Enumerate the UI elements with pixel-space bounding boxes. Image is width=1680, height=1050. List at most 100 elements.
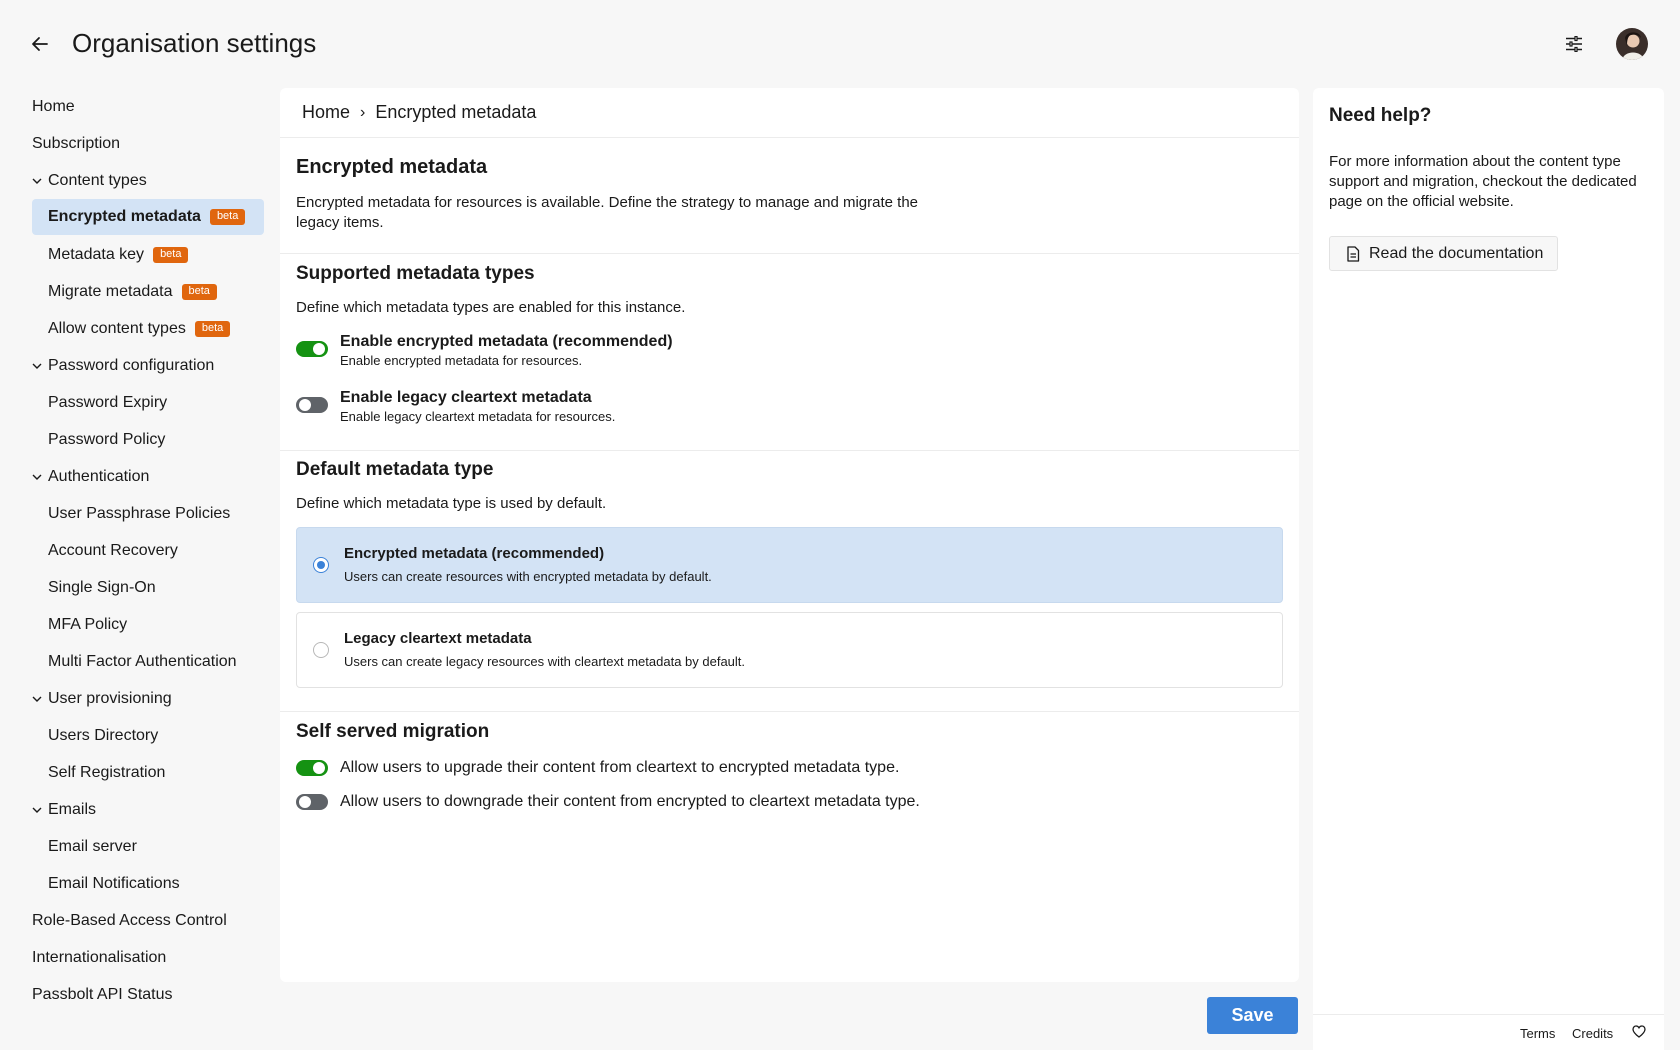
default-type-section: Default metadata type Define which metad… — [280, 451, 1299, 712]
sidebar-item-multi-factor-authentication[interactable]: Multi Factor Authentication — [32, 643, 264, 680]
intro-section: Encrypted metadata Encrypted metadata fo… — [280, 138, 1299, 254]
sidebar-item-email-server[interactable]: Email server — [32, 828, 264, 865]
sidebar-item-label: Passbolt API Status — [32, 986, 173, 1004]
sidebar-item-user-passphrase-policies[interactable]: User Passphrase Policies — [32, 495, 264, 532]
credits-link[interactable]: Credits — [1572, 1026, 1613, 1041]
sidebar-item-label: Password Policy — [48, 431, 165, 449]
section-description: Encrypted metadata for resources is avai… — [296, 193, 936, 233]
sidebar-item-rbac[interactable]: Role-Based Access Control — [32, 902, 264, 939]
sidebar-item-label: Password Expiry — [48, 394, 167, 412]
legacy-metadata-toggle[interactable] — [296, 397, 328, 413]
beta-badge: beta — [153, 247, 188, 263]
sidebar-group-authentication[interactable]: Authentication — [32, 458, 264, 495]
breadcrumb: Home › Encrypted metadata — [280, 88, 1299, 138]
sidebar-item-self-registration[interactable]: Self Registration — [32, 754, 264, 791]
section-title: Supported metadata types — [296, 263, 1283, 285]
breadcrumb-home[interactable]: Home — [302, 102, 350, 123]
sidebar-group-emails[interactable]: Emails — [32, 791, 264, 828]
settings-sliders-icon[interactable] — [1560, 30, 1588, 58]
sidebar-item-migrate-metadata[interactable]: Migrate metadata beta — [32, 273, 264, 310]
sidebar-item-password-expiry[interactable]: Password Expiry — [32, 384, 264, 421]
radio-button[interactable] — [313, 557, 329, 573]
sidebar-item-label: Account Recovery — [48, 542, 178, 560]
sidebar-item-label: Role-Based Access Control — [32, 912, 227, 930]
sidebar-item-label: Users Directory — [48, 727, 158, 745]
sidebar-group-user-provisioning[interactable]: User provisioning — [32, 680, 264, 717]
sidebar-item-encrypted-metadata[interactable]: Encrypted metadata beta — [32, 199, 264, 235]
radio-title: Encrypted metadata (recommended) — [344, 544, 712, 564]
sidebar-item-label: Authentication — [48, 468, 149, 486]
section-title: Self served migration — [296, 721, 1283, 743]
sidebar-item-account-recovery[interactable]: Account Recovery — [32, 532, 264, 569]
page-title: Organisation settings — [72, 28, 316, 59]
terms-link[interactable]: Terms — [1520, 1026, 1555, 1041]
sidebar-group-content-types[interactable]: Content types — [32, 162, 264, 199]
chevron-down-icon — [32, 696, 48, 702]
back-arrow-icon[interactable] — [26, 30, 54, 58]
sidebar-item-label: Home — [32, 98, 75, 116]
radio-subtitle: Users can create legacy resources with c… — [344, 653, 745, 671]
section-title: Default metadata type — [296, 459, 1283, 481]
encrypted-metadata-toggle[interactable] — [296, 341, 328, 357]
chevron-down-icon — [32, 363, 48, 369]
sidebar-item-label: Internationalisation — [32, 949, 166, 967]
save-button[interactable]: Save — [1207, 997, 1298, 1034]
heart-icon[interactable] — [1632, 1025, 1646, 1043]
sidebar-item-password-policy[interactable]: Password Policy — [32, 421, 264, 458]
sidebar-item-label: Encrypted metadata — [48, 208, 201, 226]
help-panel: Need help? For more information about th… — [1313, 88, 1664, 1050]
upgrade-toggle[interactable] — [296, 760, 328, 776]
radio-button[interactable] — [313, 642, 329, 658]
sidebar-item-label: Allow content types — [48, 320, 186, 338]
sidebar-item-users-directory[interactable]: Users Directory — [32, 717, 264, 754]
sidebar-item-label: MFA Policy — [48, 616, 127, 634]
section-description: Define which metadata type is used by de… — [296, 495, 1283, 512]
toggle-label: Allow users to downgrade their content f… — [340, 793, 920, 811]
toggle-title: Enable legacy cleartext metadata — [340, 388, 615, 408]
document-icon — [1346, 246, 1360, 262]
sidebar-item-label: Emails — [48, 801, 96, 819]
radio-option-encrypted[interactable]: Encrypted metadata (recommended) Users c… — [296, 527, 1283, 603]
toggle-title: Enable encrypted metadata (recommended) — [340, 332, 673, 352]
sidebar-item-allow-content-types[interactable]: Allow content types beta — [32, 310, 264, 347]
sidebar-item-label: Metadata key — [48, 246, 144, 264]
radio-title: Legacy cleartext metadata — [344, 629, 745, 649]
sidebar-group-password-configuration[interactable]: Password configuration — [32, 347, 264, 384]
radio-subtitle: Users can create resources with encrypte… — [344, 568, 712, 586]
sidebar-item-label: Single Sign-On — [48, 579, 156, 597]
supported-types-section: Supported metadata types Define which me… — [280, 254, 1299, 451]
avatar[interactable] — [1616, 28, 1648, 60]
toggle-subtitle: Enable legacy cleartext metadata for res… — [340, 408, 615, 426]
header: Organisation settings — [0, 0, 1680, 88]
radio-option-legacy[interactable]: Legacy cleartext metadata Users can crea… — [296, 612, 1283, 688]
toggle-row-legacy: Enable legacy cleartext metadata Enable … — [296, 388, 1283, 426]
sidebar-item-subscription[interactable]: Subscription — [32, 125, 264, 162]
beta-badge: beta — [210, 209, 245, 225]
sidebar-item-label: Self Registration — [48, 764, 165, 782]
sidebar-item-label: Subscription — [32, 135, 120, 153]
help-text: For more information about the content t… — [1329, 152, 1649, 212]
toggle-row-downgrade: Allow users to downgrade their content f… — [296, 793, 1283, 811]
sidebar-item-single-sign-on[interactable]: Single Sign-On — [32, 569, 264, 606]
sidebar-item-email-notifications[interactable]: Email Notifications — [32, 865, 264, 902]
sidebar-item-label: User provisioning — [48, 690, 172, 708]
toggle-subtitle: Enable encrypted metadata for resources. — [340, 352, 673, 370]
section-description: Define which metadata types are enabled … — [296, 299, 1283, 316]
downgrade-toggle[interactable] — [296, 794, 328, 810]
beta-badge: beta — [195, 321, 230, 337]
section-title: Encrypted metadata — [296, 138, 1283, 179]
help-title: Need help? — [1329, 105, 1431, 127]
read-documentation-button[interactable]: Read the documentation — [1329, 236, 1558, 271]
breadcrumb-separator-icon: › — [360, 104, 365, 122]
beta-badge: beta — [182, 284, 217, 300]
sidebar-item-label: Email server — [48, 838, 137, 856]
sidebar-item-metadata-key[interactable]: Metadata key beta — [32, 236, 264, 273]
sidebar-item-api-status[interactable]: Passbolt API Status — [32, 976, 264, 1013]
sidebar-item-label: Migrate metadata — [48, 283, 173, 301]
toggle-label: Allow users to upgrade their content fro… — [340, 759, 899, 777]
chevron-down-icon — [32, 474, 48, 480]
sidebar-item-mfa-policy[interactable]: MFA Policy — [32, 606, 264, 643]
sidebar-item-home[interactable]: Home — [32, 88, 264, 125]
sidebar-item-internationalisation[interactable]: Internationalisation — [32, 939, 264, 976]
sidebar-item-label: Password configuration — [48, 357, 214, 375]
